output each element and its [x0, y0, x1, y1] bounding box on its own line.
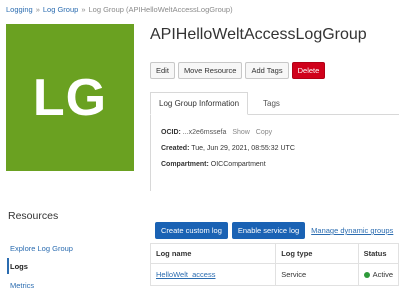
tab-tags[interactable]: Tags [254, 92, 289, 115]
table-row: HelloWelt_access Service Active [149, 263, 399, 286]
compartment-row: Compartment: OICCompartment [161, 161, 266, 168]
created-value: Tue, Jun 29, 2021, 08:55:32 UTC [191, 145, 295, 152]
action-bar: Edit Move Resource Add Tags Delete [150, 62, 326, 79]
tab-log-group-information[interactable]: Log Group Information [150, 92, 249, 115]
breadcrumb-current: Log Group (APIHelloWeltAccessLogGroup) [88, 5, 233, 14]
manage-dynamic-groups-link[interactable]: Manage dynamic groups [311, 226, 393, 235]
ocid-value: ...x2e6mssefa [182, 129, 227, 136]
enable-service-log-button[interactable]: Enable service log [231, 222, 306, 239]
status-dot-icon [363, 272, 370, 279]
column-header-log-name[interactable]: Log name [149, 243, 277, 264]
status-badge: Active [372, 270, 393, 279]
resources-heading: Resources [8, 210, 59, 222]
page-title: APIHelloWeltAccessLogGroup [150, 26, 367, 43]
breadcrumb: Logging» Log Group» Log Group (APIHelloWel… [6, 5, 233, 14]
logs-table: Log name Log type Status HelloWelt_acces… [149, 243, 399, 286]
column-header-status[interactable]: Status [357, 243, 399, 264]
add-tags-button[interactable]: Add Tags [245, 62, 289, 79]
created-row: Created: Tue, Jun 29, 2021, 08:55:32 UTC [161, 145, 295, 152]
edit-button[interactable]: Edit [150, 62, 175, 79]
breadcrumb-log-group-link[interactable]: Log Group [43, 5, 78, 14]
created-label: Created: [161, 145, 190, 152]
sidebar-item-metrics[interactable]: Metrics [10, 281, 34, 290]
sidebar-active-indicator [7, 258, 9, 274]
breadcrumb-separator: » [81, 5, 86, 14]
log-actions: Create custom log Enable service log Man… [155, 222, 393, 239]
status-cell: Active [357, 263, 399, 286]
ocid-row: OCID: ...x2e6mssefa Show Copy [161, 129, 272, 136]
ocid-label: OCID: [161, 129, 181, 136]
breadcrumb-logging-link[interactable]: Logging [6, 5, 33, 14]
ocid-show-link[interactable]: Show [232, 129, 250, 136]
sidebar-item-logs[interactable]: Logs [10, 262, 28, 271]
log-name-link[interactable]: HelloWelt_access [156, 270, 215, 279]
sidebar-item-explore-log-group[interactable]: Explore Log Group [10, 244, 73, 253]
move-resource-button[interactable]: Move Resource [177, 62, 243, 79]
breadcrumb-separator: » [35, 5, 40, 14]
compartment-value: OICCompartment [210, 161, 266, 168]
log-group-tile-letters: LG [32, 68, 108, 127]
log-name-cell: HelloWelt_access [149, 263, 277, 286]
log-type-cell: Service [275, 263, 359, 286]
column-header-log-type[interactable]: Log type [275, 243, 359, 264]
detail-tabs: Log Group Information Tags [150, 92, 399, 115]
log-group-tile: LG [6, 24, 134, 171]
create-custom-log-button[interactable]: Create custom log [155, 222, 228, 239]
compartment-label: Compartment: [161, 161, 209, 168]
ocid-copy-link[interactable]: Copy [256, 129, 272, 136]
delete-button[interactable]: Delete [291, 62, 326, 79]
table-header-row: Log name Log type Status [149, 243, 399, 264]
info-panel: OCID: ...x2e6mssefa Show Copy Created: T… [150, 115, 399, 191]
